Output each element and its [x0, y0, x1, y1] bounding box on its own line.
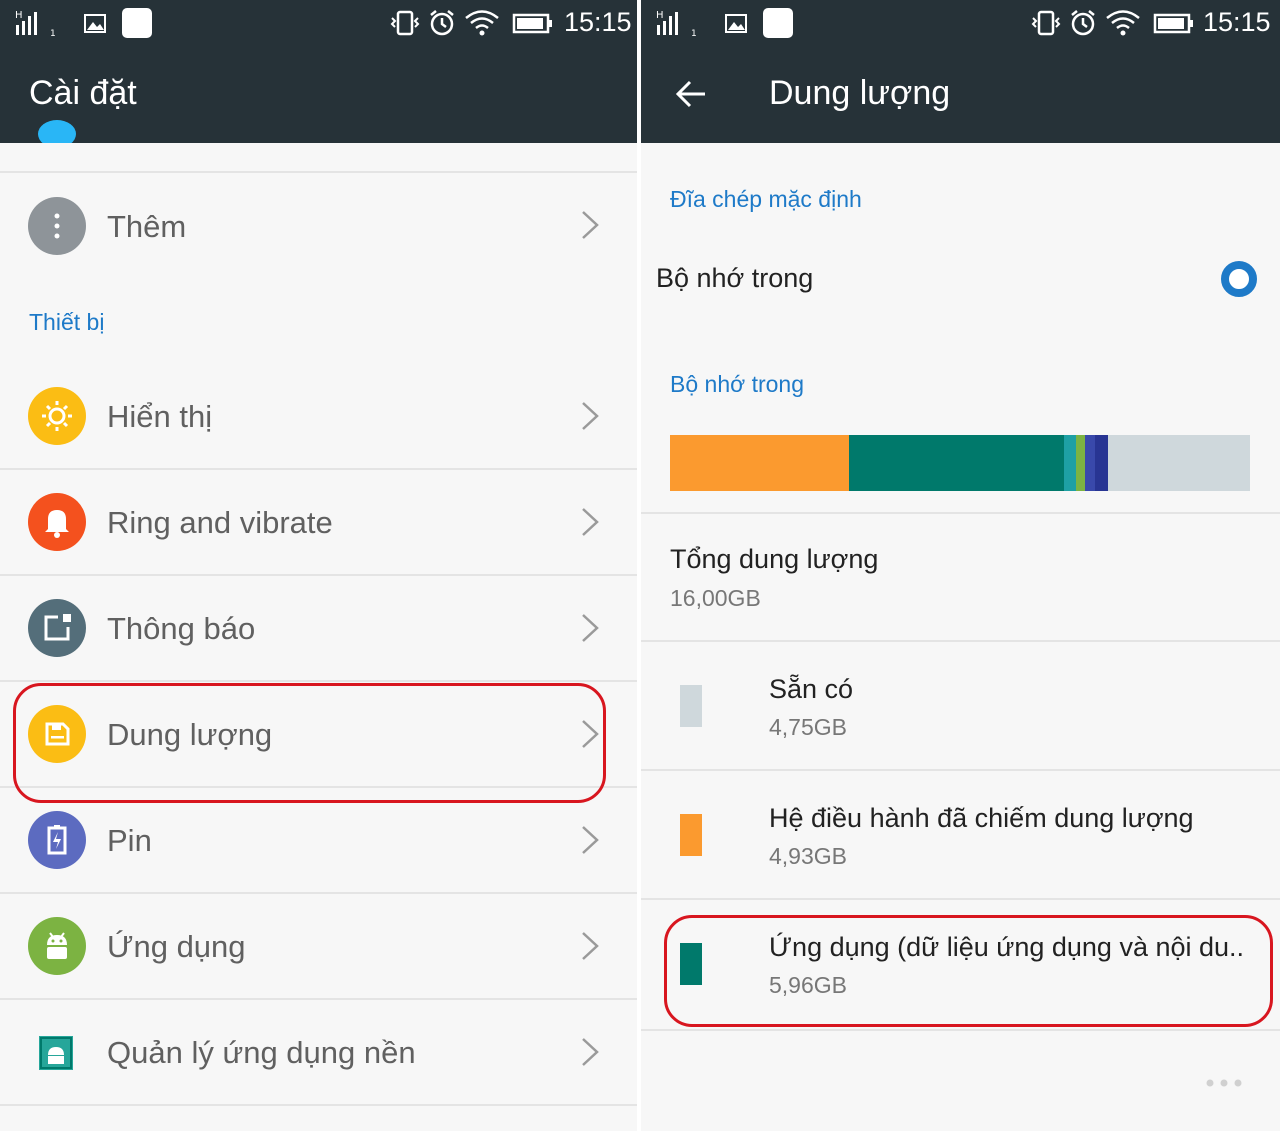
- settings-item-ring-vibrate[interactable]: Ring and vibrate: [0, 470, 637, 574]
- storage-option-internal[interactable]: Bộ nhớ trong: [641, 240, 1280, 320]
- chevron-right-icon: [582, 402, 599, 430]
- svg-text:1: 1: [691, 29, 697, 37]
- entry-label: Hệ điều hành đã chiếm dung lượng: [769, 803, 1194, 833]
- alarm-icon: [1071, 10, 1095, 36]
- settings-item-display[interactable]: Hiển thị: [0, 364, 637, 468]
- settings-item-background-apps[interactable]: Quản lý ứng dụng nền: [0, 1000, 637, 1104]
- image-notification-icon: [725, 14, 747, 33]
- legend-swatch-available: [680, 685, 702, 727]
- entry-value: 5,96GB: [769, 972, 847, 998]
- radio-selected-icon[interactable]: [1221, 261, 1257, 297]
- settings-item-label: Hiển thị: [107, 399, 213, 434]
- back-arrow-icon[interactable]: [675, 78, 707, 110]
- storage-option-label: Bộ nhớ trong: [656, 263, 814, 293]
- svg-text:H: H: [656, 10, 664, 21]
- usage-segment-apps: [848, 435, 1065, 491]
- app-bar: Dung lượng: [641, 46, 1280, 143]
- usage-segment-available: [1108, 435, 1250, 491]
- chevron-right-icon: [582, 826, 599, 854]
- settings-item-more[interactable]: Thêm: [0, 173, 637, 278]
- chevron-right-icon: [582, 720, 599, 748]
- battery-icon: [512, 13, 552, 34]
- page-title: Dung lượng: [769, 74, 951, 112]
- notification-icon: [28, 599, 86, 657]
- page-title: Cài đặt: [29, 74, 137, 112]
- signal-h-icon: H 1: [15, 10, 56, 37]
- status-bar: H 1 15:15: [641, 0, 1280, 46]
- settings-item-battery[interactable]: Pin: [0, 788, 637, 892]
- storage-entry-available[interactable]: Sẵn có 4,75GB: [641, 642, 1280, 769]
- signal-h-icon: H 1: [656, 10, 697, 37]
- usage-segment-other3: [1085, 435, 1095, 491]
- vibrate-icon: [390, 10, 420, 36]
- legend-swatch-apps: [680, 943, 702, 985]
- chevron-right-icon: [582, 211, 599, 239]
- settings-item-label: Thêm: [107, 209, 187, 244]
- storage-total: Tổng dung lượng 16,00GB: [641, 514, 1280, 640]
- battery-icon: [28, 811, 86, 869]
- settings-item-label: Ứng dụng: [107, 929, 246, 964]
- brightness-icon: [28, 387, 86, 445]
- wifi-icon: [465, 10, 499, 36]
- entry-label: Sẵn có: [769, 674, 854, 704]
- wifi-icon: [1106, 10, 1140, 36]
- android-square-icon: [39, 1036, 73, 1070]
- legend-swatch-system: [680, 814, 702, 856]
- settings-screen: H 1 15:15 Cài đặt Thêm Thiết bị Hiển thị…: [0, 0, 637, 1131]
- bell-icon: [28, 493, 86, 551]
- section-header-device: Thiết bị: [29, 309, 105, 335]
- chevron-right-icon: [582, 932, 599, 960]
- usage-segment-os: [670, 435, 849, 491]
- settings-item-label: Quản lý ứng dụng nền: [107, 1035, 416, 1070]
- image-notification-icon: [84, 14, 106, 33]
- svg-text:1: 1: [50, 29, 56, 37]
- android-icon: [28, 917, 86, 975]
- settings-item-notifications[interactable]: Thông báo: [0, 576, 637, 680]
- usage-segment-other4: [1094, 435, 1109, 491]
- status-bar: H 1 15:15: [0, 0, 637, 46]
- storage-entry-system[interactable]: Hệ điều hành đã chiếm dung lượng 4,93GB: [641, 771, 1280, 898]
- status-time: 15:15: [1203, 7, 1271, 37]
- app-bar: Cài đặt: [0, 46, 637, 143]
- total-value: 16,00GB: [670, 585, 761, 611]
- usage-segment-other1: [1064, 435, 1076, 491]
- storage-entry-apps[interactable]: Ứng dụng (dữ liệu ứng dụng và nội du.. 5…: [641, 900, 1280, 1027]
- total-label: Tổng dung lượng: [670, 544, 879, 574]
- svg-text:H: H: [15, 10, 23, 21]
- alarm-icon: [430, 10, 454, 36]
- chevron-right-icon: [582, 508, 599, 536]
- settings-item-label: Thông báo: [107, 611, 256, 646]
- section-header-internal-storage: Bộ nhớ trong: [670, 371, 805, 397]
- settings-item-label: Ring and vibrate: [107, 505, 333, 540]
- entry-label: Ứng dụng (dữ liệu ứng dụng và nội du..: [769, 932, 1245, 962]
- settings-item-storage[interactable]: Dung lượng: [0, 682, 637, 786]
- divider: [0, 1104, 637, 1106]
- vibrate-icon: [1031, 10, 1061, 36]
- entry-value: 4,75GB: [769, 714, 847, 740]
- more-options-icon[interactable]: [1204, 1076, 1244, 1088]
- storage-icon: [28, 705, 86, 763]
- settings-item-apps[interactable]: Ứng dụng: [0, 894, 637, 998]
- storage-usage-bar: [670, 435, 1250, 491]
- chevron-right-icon: [582, 614, 599, 642]
- entry-value: 4,93GB: [769, 843, 847, 869]
- battery-icon: [1153, 13, 1193, 34]
- more-icon: [28, 197, 86, 255]
- usage-segment-other2: [1075, 435, 1086, 491]
- notification-square-icon: [763, 8, 793, 38]
- chevron-right-icon: [582, 1038, 599, 1066]
- divider: [641, 1029, 1280, 1031]
- notification-square-icon: [122, 8, 152, 38]
- section-header-default-disk: Đĩa chép mặc định: [670, 186, 862, 212]
- status-time: 15:15: [564, 7, 632, 37]
- settings-item-label: Dung lượng: [107, 717, 273, 752]
- settings-item-label: Pin: [107, 823, 152, 858]
